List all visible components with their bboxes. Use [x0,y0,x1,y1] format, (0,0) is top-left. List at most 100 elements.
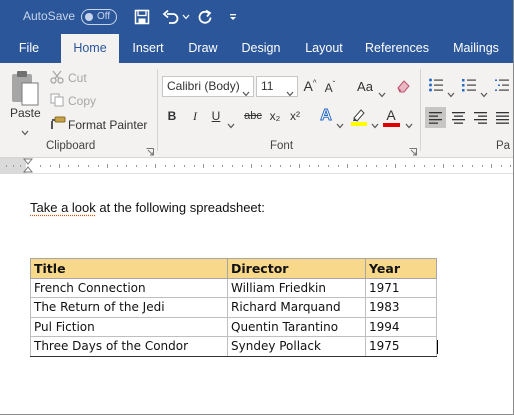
cell-director[interactable]: Syndey Pollack [227,336,366,357]
table-row: Three Days of the Condor Syndey Pollack … [30,336,437,357]
cell-title[interactable]: French Connection [30,277,228,298]
grow-font-letter: A [303,78,313,94]
bullets-icon[interactable] [428,77,444,98]
paste-dropdown-icon[interactable] [21,123,29,141]
chevron-down-icon[interactable] [480,85,488,103]
font-color-dropdown-icon[interactable] [405,116,413,134]
clear-formatting-icon[interactable] [396,78,412,99]
font-family-value: Calibri (Body) [167,79,240,93]
clipboard-launcher-icon[interactable] [146,143,154,156]
cell-title[interactable]: The Return of the Jedi [30,297,228,318]
font-launcher-icon[interactable] [409,143,417,156]
cell-title[interactable]: Three Days of the Condor [30,336,228,357]
cell-director[interactable]: Quentin Tarantino [227,316,366,337]
tab-file[interactable]: File [9,34,49,63]
tab-references[interactable]: References [361,34,433,63]
numbering-icon[interactable] [461,77,477,98]
table-row: Pul Fiction Quentin Tarantino 1994 [30,316,437,337]
underline-button[interactable]: U [209,109,223,123]
text-effects-button[interactable]: A [318,107,334,125]
undo-dropdown-icon[interactable] [181,6,191,28]
text-effects-dropdown-icon[interactable] [336,116,344,134]
tab-insert[interactable]: Insert [125,34,171,63]
font-group-label: Font [270,140,294,152]
chevron-down-icon[interactable] [447,85,455,103]
group-separator [420,69,421,151]
cell-year[interactable]: 1994 [365,316,437,337]
ribbon: Paste Cut Copy Format Painter Clipboard … [0,63,514,158]
ribbon-tabs: File Home Insert Draw Design Layout Refe… [0,34,514,63]
ruler-ticks [0,158,511,174]
group-separator [157,69,158,151]
document-page[interactable]: Take a look at the following spreadsheet… [0,174,514,415]
tab-layout[interactable]: Layout [297,34,351,63]
header-title[interactable]: Title [30,258,228,279]
highlight-icon[interactable] [350,107,368,132]
chevron-down-icon[interactable] [378,85,386,103]
paste-icon[interactable] [9,69,41,109]
autosave-toggle[interactable]: Off [81,9,117,25]
italic-button[interactable]: I [189,109,201,124]
strikethrough-button[interactable]: abc [242,110,264,122]
cell-director[interactable]: William Friedkin [227,277,366,298]
undo-icon[interactable] [161,6,181,28]
autosave-state: Off [97,11,111,22]
justify-button[interactable] [492,107,513,128]
font-color-bar [383,123,400,127]
underline-dropdown-icon[interactable] [227,116,235,134]
table-row: The Return of the Jedi Richard Marquand … [30,297,437,318]
redo-icon[interactable] [195,6,215,28]
font-family-box[interactable]: Calibri (Body) [162,76,254,97]
tab-draw[interactable]: Draw [181,34,225,63]
customize-icon[interactable] [226,6,240,28]
save-icon[interactable] [132,6,152,28]
chevron-down-icon [286,84,294,103]
horizontal-ruler[interactable] [0,158,514,174]
align-right-button[interactable] [470,107,491,128]
copy-button[interactable]: Copy [68,94,96,108]
intro-text: at the following spreadsheet: [95,200,265,215]
cell-title[interactable]: Pul Fiction [30,316,228,337]
copy-icon[interactable] [50,93,64,112]
toggle-knob [85,13,93,21]
align-center-button[interactable] [448,107,469,128]
cut-button[interactable]: Cut [68,71,87,85]
multilevel-list-icon[interactable] [494,77,510,98]
paste-button[interactable]: Paste [10,106,41,120]
intro-paragraph[interactable]: Take a look at the following spreadsheet… [30,200,265,215]
cell-year[interactable]: 1983 [365,297,437,318]
format-painter-button[interactable]: Format Painter [68,118,147,132]
tab-home[interactable]: Home [61,34,119,63]
align-left-button[interactable] [425,107,446,128]
table-header-row: Title Director Year [30,258,437,279]
movies-table[interactable]: Title Director Year French Connection Wi… [30,258,437,357]
paragraph-group-label: Pa [496,140,511,152]
superscript-button[interactable]: x² [288,109,302,123]
tab-mailings[interactable]: Mailings [445,34,507,63]
cell-year[interactable]: 1971 [365,277,437,298]
table-row: French Connection William Friedkin 1971 [30,277,437,298]
font-color-button[interactable]: A [383,107,399,123]
bold-button[interactable]: B [166,109,178,123]
format-painter-icon[interactable] [50,116,66,135]
grow-caret-icon: ^ [312,78,317,88]
grammar-flagged-text[interactable]: Take a look [30,200,96,215]
autosave-label: AutoSave [23,9,76,23]
shrink-font-button[interactable]: Aˇ [323,80,337,95]
shrink-font-letter: A [324,81,333,95]
quick-access-toolbar: AutoSave Off [0,0,514,34]
text-cursor [437,340,438,354]
header-director[interactable]: Director [227,258,366,279]
cut-icon[interactable] [50,70,64,89]
grow-font-button[interactable]: A^ [303,78,317,94]
header-year[interactable]: Year [365,258,437,279]
tab-design[interactable]: Design [234,34,288,63]
cell-year[interactable]: 1975 [365,336,437,357]
font-size-box[interactable]: 11 [256,76,298,97]
cell-director[interactable]: Richard Marquand [227,297,366,318]
change-case-button[interactable]: Aa [354,79,376,94]
chevron-down-icon [242,84,250,103]
subscript-button[interactable]: x₂ [268,109,282,123]
font-size-value: 11 [261,79,274,93]
highlight-dropdown-icon[interactable] [371,116,379,134]
